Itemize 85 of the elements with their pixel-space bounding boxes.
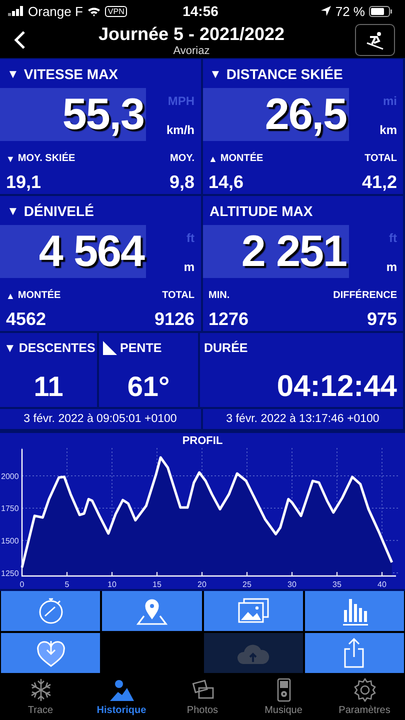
stat-value: 2 251: [241, 226, 346, 277]
stat-title: VITESSE MAX: [24, 66, 118, 82]
stopwatch-button[interactable]: [1, 591, 100, 632]
stat-title: DÉNIVELÉ: [24, 203, 94, 220]
stat-title: DURÉE: [204, 341, 248, 356]
x-tick-label: 0: [20, 580, 24, 590]
x-tick-label: 5: [64, 580, 70, 590]
sub-value: 9,8: [169, 172, 194, 194]
x-tick-label: 30: [288, 580, 296, 590]
sub-label: TOTAL: [364, 153, 397, 164]
slope-icon: [103, 341, 117, 356]
sub-marker[interactable]: ▼: [6, 154, 15, 164]
sub-marker[interactable]: ▲: [6, 290, 15, 301]
skier-icon: [364, 29, 386, 52]
stat-value: 4 564: [38, 226, 144, 277]
stat-value: 26,5: [264, 90, 346, 140]
stat-value: 61°: [126, 370, 171, 404]
battery-icon: [369, 6, 393, 17]
music-tab[interactable]: Musique: [246, 678, 321, 716]
chart-title: PROFIL: [182, 435, 223, 448]
chevron-icon: [14, 30, 26, 50]
sub-label: MOY. SKIÉE: [18, 153, 76, 164]
battery-percent: 72 %: [335, 4, 365, 19]
snow-tab[interactable]: Trace: [3, 678, 78, 716]
stat-title: ALTITUDE MAX: [210, 203, 313, 220]
y-tick-label: 1750: [1, 504, 19, 514]
location-icon: [321, 6, 332, 16]
stat-title: PENTE: [120, 341, 162, 356]
sub-value: 41,2: [362, 172, 397, 194]
sub-value: 19,1: [6, 172, 42, 194]
stat-value: 55,3: [62, 90, 144, 140]
sub-label: MONTÉE: [18, 290, 61, 302]
sub-label: MIN.: [208, 290, 230, 302]
stat-value: 04:12:44: [276, 369, 398, 406]
page-subtitle: Avoriaz: [173, 44, 210, 57]
signal-icon: [8, 6, 24, 16]
heart-button[interactable]: [1, 633, 100, 674]
unit-label: m: [386, 260, 397, 274]
timestamp: 3 févr. 2022 à 13:17:46 +0100: [202, 409, 403, 430]
share-button[interactable]: [304, 633, 404, 674]
dropdown-marker[interactable]: ▼: [210, 67, 222, 82]
history-icon: [108, 678, 134, 702]
sub-label: DIFFÉRENCE: [333, 290, 397, 302]
skier-button[interactable]: [355, 24, 395, 56]
sub-marker[interactable]: ▲: [208, 154, 218, 164]
x-tick-label: 25: [242, 580, 252, 590]
sub-value: 9126: [154, 309, 194, 330]
bars-button[interactable]: [304, 591, 404, 632]
settings-tab[interactable]: Paramètres: [327, 678, 402, 716]
timestamp: 3 févr. 2022 à 09:05:01 +0100: [0, 409, 200, 430]
x-tick-label: 35: [332, 580, 342, 590]
y-tick-label: 1500: [1, 536, 19, 546]
map-button[interactable]: [102, 591, 202, 632]
clock-time: 14:56: [182, 3, 218, 20]
dropdown-marker[interactable]: ▼: [4, 341, 16, 356]
dropdown-marker[interactable]: ▼: [7, 67, 19, 82]
settings-icon: [352, 678, 378, 702]
photos-button[interactable]: [204, 591, 303, 632]
sub-value: 4562: [6, 309, 46, 330]
carrier-name: Orange F: [28, 4, 83, 19]
y-tick-label: 1250: [1, 568, 19, 578]
wifi-icon: [86, 6, 101, 17]
sub-value: 14,6: [208, 172, 244, 194]
x-tick-label: 10: [108, 580, 116, 590]
x-tick-label: 40: [378, 580, 386, 590]
history-tab[interactable]: Historique: [84, 678, 159, 716]
sub-label: TOTAL: [162, 290, 194, 302]
page-title: Journée 5 - 2021/2022: [98, 24, 285, 45]
y-tick-label: 2000: [1, 472, 19, 481]
vpn-badge: VPN: [104, 6, 128, 17]
sub-label: MONTÉE: [220, 153, 264, 164]
sub-value: 975: [366, 309, 397, 330]
x-tick-label: 15: [152, 580, 162, 590]
unit-label: km: [380, 123, 397, 138]
stat-value: 11: [32, 370, 64, 404]
unit-label: m: [184, 260, 194, 274]
unit-label: km/h: [166, 123, 194, 138]
stat-title: DESCENTES: [18, 341, 96, 356]
dropdown-marker[interactable]: ▼: [7, 204, 19, 218]
photos-tab[interactable]: Photos: [165, 678, 240, 716]
x-tick-label: 20: [198, 580, 206, 590]
map-icon: [134, 596, 170, 626]
sub-value: 1276: [208, 309, 249, 330]
sub-label: MOY.: [170, 153, 194, 164]
stat-title: DISTANCE SKIÉE: [226, 66, 343, 82]
